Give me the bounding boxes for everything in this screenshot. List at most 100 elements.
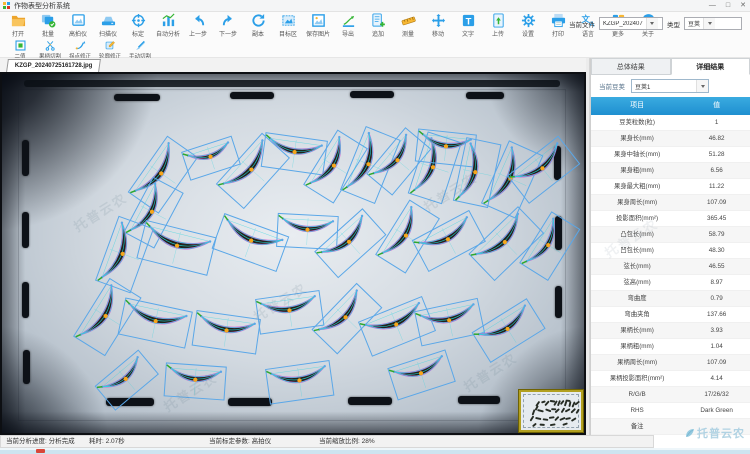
undo-button[interactable]: 上一步 [183,12,213,38]
row-item-value: 46.55 [683,259,750,274]
pod-annotation[interactable] [359,297,436,356]
row-item-label: 果身最大粗(mm) [591,179,683,194]
row-item-value: 1.04 [683,339,750,354]
results-tabs: 总体结果 详细结果 [591,58,750,75]
row-item-label: 弯曲度 [591,291,683,306]
append-button[interactable]: 追加 [363,12,393,38]
pod-annotation[interactable] [415,129,476,167]
close-button[interactable]: ✕ [740,0,746,11]
doc-camera-icon [71,12,86,28]
tab-overall-results[interactable]: 总体结果 [591,58,671,75]
stalk-cut-button[interactable]: 果柄切割 [35,39,65,60]
batch-button[interactable]: 批量 [33,12,63,38]
tab-detail-results[interactable]: 详细结果 [671,58,750,75]
settings-button[interactable]: 设置 [513,12,543,38]
document-tab[interactable]: KZGP_20240725161728.jpg [6,59,101,72]
pod-annotation[interactable] [388,350,455,400]
pod-annotation[interactable] [304,130,367,203]
pod-annotation[interactable] [261,133,327,175]
document-tabbar: KZGP_20240725161728.jpg [0,58,586,72]
table-row: 凸包长(mm)58.79 [591,227,750,243]
current-pod-row: 当前豆荚 豆荚1 [591,75,750,97]
row-item-value: 58.79 [683,227,750,242]
column-header-value: 值 [683,97,750,115]
measure-button[interactable]: 测量 [393,12,423,38]
row-item-value: 107.09 [683,355,750,370]
row-item-label: 果柄长(mm) [591,323,683,338]
move-icon [431,12,446,28]
chevron-down-icon[interactable] [646,18,658,29]
row-item-value: 46.82 [683,131,750,146]
main-toolbar-buttons: 打开批量高拍仪扫描仪标定自动分析上一步下一步副本目标区保存图片导出追加测量移动T… [3,12,663,38]
row-item-value: 51.28 [683,147,750,162]
pod-annotation[interactable] [312,284,382,354]
binary-button[interactable]: 二值 [5,39,35,60]
current-pod-label: 当前豆荚 [599,81,625,91]
type-select[interactable]: 豆荚 [684,17,742,30]
overview-thumbnail[interactable] [519,390,583,432]
upload-button[interactable]: 上传 [483,12,513,38]
pod-annotation[interactable] [95,350,158,410]
settings-icon [521,12,536,28]
row-item-label: 备注 [591,419,683,434]
row-item-label: 果柄周长(mm) [591,355,683,370]
pod-annotation[interactable] [482,141,543,218]
manual-cut-icon [135,39,146,51]
maximize-button[interactable]: □ [726,0,730,11]
batch-icon [41,12,56,28]
pod-annotation[interactable] [315,209,386,278]
table-row: 弯曲度0.79 [591,291,750,307]
doc-camera-button[interactable]: 高拍仪 [63,12,93,38]
duplicate-button[interactable]: 副本 [243,12,273,38]
export-button[interactable]: 导出 [333,12,363,38]
target-region-button[interactable]: 目标区 [273,12,303,38]
auto-analysis-button[interactable]: 自动分析 [153,12,183,38]
current-file-select[interactable]: KZGP_202407 [599,17,663,30]
pod-annotation[interactable] [118,298,192,348]
calibration-button[interactable]: 标定 [123,12,153,38]
table-row: 豆荚粒数(粒)1 [591,115,750,131]
minimize-button[interactable]: — [709,0,716,11]
move-button[interactable]: 移动 [423,12,453,38]
current-pod-select[interactable]: 豆荚1 [631,79,709,93]
export-icon [341,12,356,28]
row-item-label: 果柄粗(mm) [591,339,683,354]
table-row: 果身周长(mm)107.09 [591,195,750,211]
status-item: 耗时: 2.07秒 [89,436,125,448]
pod-annotation[interactable] [124,177,183,248]
pod-annotation[interactable] [164,363,226,400]
contour-fix-button[interactable]: 轮廓修正 [95,39,125,60]
pod-annotation[interactable] [520,212,580,280]
inflection-fix-icon [75,39,86,51]
chevron-down-icon[interactable] [703,18,715,29]
chevron-down-icon[interactable] [696,80,708,92]
pod-annotation[interactable] [472,299,545,362]
open-folder-button[interactable]: 打开 [3,12,33,38]
pod-annotation[interactable] [182,136,241,180]
pod-annotation[interactable] [508,136,580,203]
results-table-body: 豆荚粒数(粒)1果身长(mm)46.82果身中轴长(mm)51.28果身粗(mm… [591,115,750,435]
manual-cut-button[interactable]: 手动切割 [125,39,155,60]
pod-annotation[interactable] [128,136,197,213]
pod-annotation[interactable] [412,211,485,272]
row-item-value: 365.45 [683,211,750,226]
row-item-label: 弦高(mm) [591,275,683,290]
results-panel: 总体结果 详细结果 当前豆荚 豆荚1 项目 值 豆荚粒数(粒)1果身长(mm)4… [590,58,750,448]
table-row: 果身最大粗(mm)11.22 [591,179,750,195]
table-row: 果柄长(mm)3.93 [591,323,750,339]
redo-button[interactable]: 下一步 [213,12,243,38]
table-row: 弦高(mm)8.97 [591,275,750,291]
pod-annotation[interactable] [137,220,216,275]
status-item: 当前标定参数: 高拍仪 [209,436,271,448]
scanner-button[interactable]: 扫描仪 [93,12,123,38]
image-canvas[interactable]: 托普云农 托普云农 托普云农 托普云农 托普云农 [0,72,586,435]
pod-annotation[interactable] [192,311,260,354]
text-button[interactable]: T文字 [453,12,483,38]
inflection-fix-button[interactable]: 拐点修正 [65,39,95,60]
save-image-button[interactable]: 保存图片 [303,12,333,38]
pod-annotation[interactable] [376,200,439,273]
row-item-value: 1 [683,115,750,130]
pod-annotation[interactable] [266,361,334,404]
row-item-label: 投影面积(mm²) [591,211,683,226]
table-row: 果身粗(mm)6.56 [591,163,750,179]
